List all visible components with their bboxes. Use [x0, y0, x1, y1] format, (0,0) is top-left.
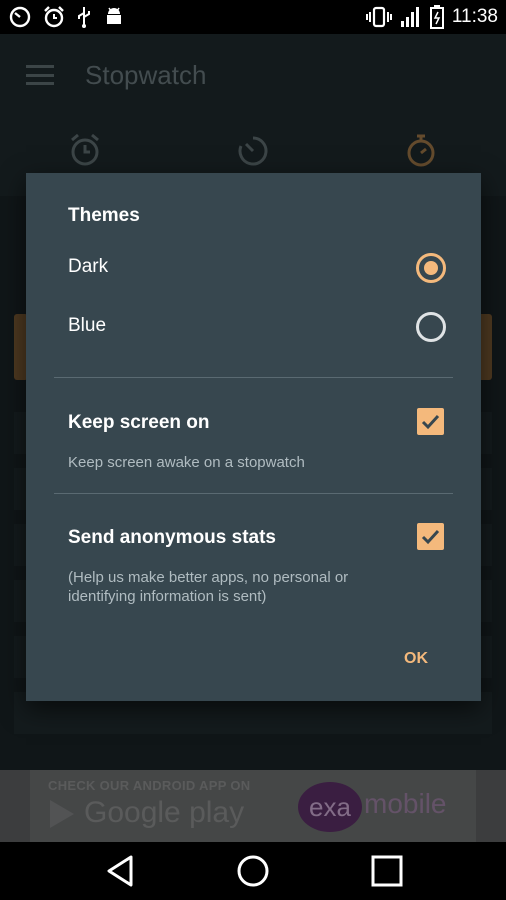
send-stats-title: Send anonymous stats: [68, 527, 276, 548]
status-bar: 11:38: [0, 0, 506, 34]
vibrate-icon: [365, 6, 392, 28]
battery-icon: [429, 5, 444, 29]
theme-option-label: Blue: [68, 315, 107, 336]
back-icon[interactable]: [104, 854, 136, 893]
usb-icon: [76, 5, 92, 29]
theme-option-blue[interactable]: Blue: [26, 302, 481, 352]
keep-screen-on-title: Keep screen on: [68, 412, 210, 433]
themes-title: Themes: [68, 205, 140, 226]
theme-option-dark[interactable]: Dark: [26, 243, 481, 293]
divider: [54, 493, 453, 494]
recents-icon[interactable]: [371, 854, 403, 893]
alarm-icon: [42, 5, 66, 29]
signal-icon: [400, 6, 422, 28]
send-stats-checkbox[interactable]: [417, 523, 444, 550]
navigation-bar: [0, 842, 506, 900]
keep-screen-on-checkbox[interactable]: [417, 408, 444, 435]
keep-screen-on-summary: Keep screen awake on a stopwatch: [68, 454, 305, 471]
home-icon[interactable]: [236, 854, 270, 893]
android-debug-icon: [102, 5, 126, 29]
timer-icon: [8, 5, 32, 29]
ok-button[interactable]: OK: [398, 646, 434, 672]
status-time: 11:38: [451, 6, 498, 27]
radio-selected-icon[interactable]: [416, 253, 446, 283]
settings-dialog: Themes Dark Blue Keep screen on Keep scr…: [26, 173, 481, 701]
theme-option-label: Dark: [68, 256, 109, 277]
divider: [54, 377, 453, 378]
send-stats-summary: (Help us make better apps, no personal o…: [68, 569, 349, 605]
radio-unselected-icon[interactable]: [416, 312, 446, 342]
